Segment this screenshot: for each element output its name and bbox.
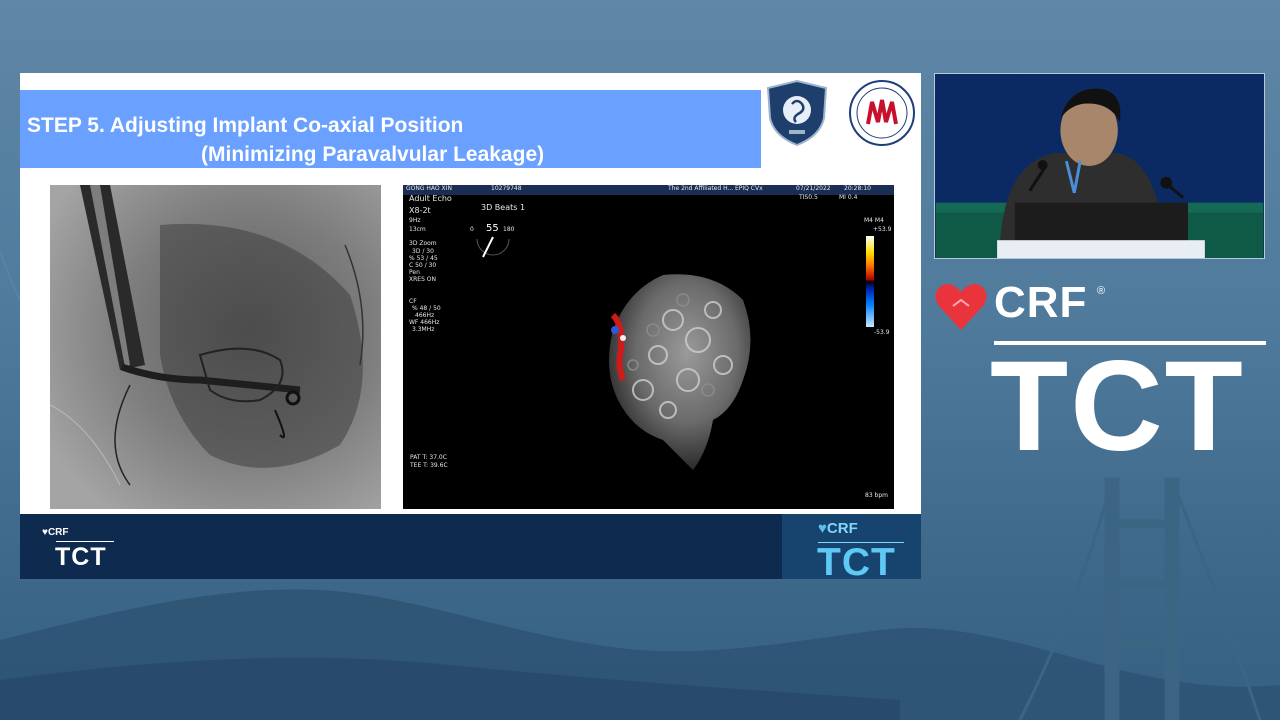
badge-tct-text: TCT	[817, 541, 896, 579]
echo-heart-rate: 83 bpm	[865, 492, 889, 499]
echo-scale-top-label: M4 M4	[864, 217, 884, 224]
echo-probe: X8-2t	[409, 206, 431, 215]
hospital-round-logo	[849, 80, 915, 146]
echo-zoom-label: 3D Zoom	[409, 240, 437, 247]
echo-system: EPIQ CVx	[735, 185, 763, 192]
footer-tct-badge: ♥CRF TCT	[782, 514, 921, 579]
slide-subtitle: (Minimizing Paravalvular Leakage)	[201, 143, 545, 166]
echo-tis: TIS0.5	[799, 194, 818, 201]
echo-patient-id: 10279748	[491, 185, 522, 192]
slide-title-bar: STEP 5. Adjusting Implant Co-axial Posit…	[20, 90, 761, 168]
echo-time: 20:28:10	[844, 185, 871, 192]
footer-crf-logo: ♥CRF	[42, 527, 69, 538]
echo-tee-temp: TEE T: 39.6C	[410, 462, 448, 469]
echo-date: 07/21/2022	[796, 185, 831, 192]
echo-hospital: The 2nd Affiliated H...	[668, 185, 734, 192]
presentation-slide: STEP 5. Adjusting Implant Co-axial Posit…	[20, 73, 921, 579]
badge-crf-logo: ♥CRF	[818, 520, 858, 537]
footer-crf-text: CRF	[47, 527, 69, 538]
color-velocity-scale	[866, 236, 874, 327]
echo-rate: 9Hz	[409, 217, 421, 224]
university-shield-logo	[766, 79, 828, 147]
echo-mode: Adult Echo	[409, 194, 452, 203]
echo-mi: MI 0.4	[839, 194, 858, 201]
echo-zoom-param: XRES ON	[409, 276, 436, 283]
brand-registered-mark: ®	[1097, 285, 1106, 297]
speaker-video-feed	[934, 73, 1265, 259]
badge-crf-text: CRF	[826, 520, 858, 537]
echo-3d-image: GONG HAO XIN 10279748 The 2nd Affiliated…	[403, 185, 894, 509]
footer-divider	[56, 541, 114, 542]
slide-title: STEP 5. Adjusting Implant Co-axial Posit…	[27, 114, 464, 137]
brand-tct-text: TCT	[990, 335, 1245, 478]
echo-scale-top-value: +53.9	[873, 226, 892, 233]
echo-scale-bottom-value: -53.9	[874, 329, 890, 336]
angle-dial-icon	[476, 236, 510, 258]
echo-pat-temp: PAT T: 37.0C	[410, 454, 447, 461]
echo-depth: 13cm	[409, 226, 426, 233]
echo-patient-name: GONG HAO XIN	[406, 185, 452, 192]
fluoroscopy-image	[50, 185, 381, 509]
heart-icon: ♥	[818, 520, 827, 537]
slide-footer: ♥CRF TCT ♥CRF TCT	[20, 514, 921, 579]
footer-tct-text: TCT	[55, 543, 107, 571]
brand-crf-text: CRF	[994, 278, 1088, 327]
echo-cf-param: 3.3MHz	[412, 326, 435, 333]
3d-valve-rendering	[609, 274, 751, 470]
echo-beats: 3D Beats 1	[481, 203, 526, 212]
crf-heart-icon	[935, 284, 987, 330]
